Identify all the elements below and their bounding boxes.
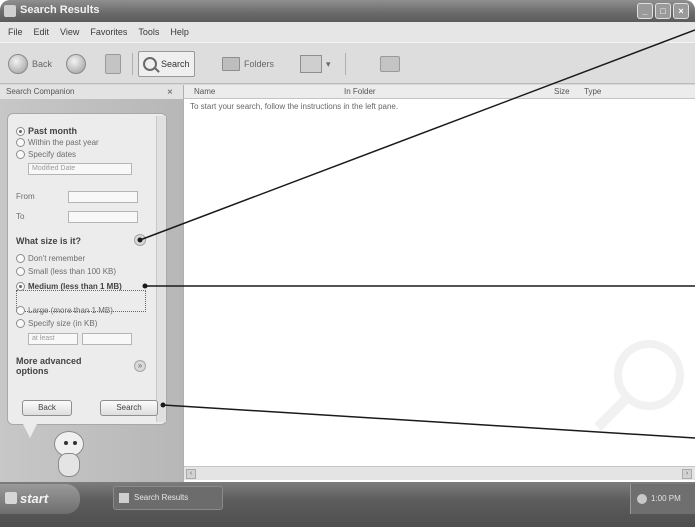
taskbar-item-label: Search Results xyxy=(134,493,189,502)
search-companion-header: Search Companion xyxy=(0,85,183,99)
up-folder-icon xyxy=(105,54,121,74)
minimize-button[interactable]: _ xyxy=(637,3,653,19)
search-window-icon xyxy=(119,493,129,503)
size-option-specify[interactable]: Specify size (in KB) xyxy=(16,319,97,328)
search-dog-character-icon[interactable] xyxy=(48,431,92,481)
maximize-button[interactable]: □ xyxy=(655,3,671,19)
date-option-past-month[interactable]: Past month xyxy=(16,126,77,136)
start-button[interactable]: start xyxy=(0,484,80,514)
search-button[interactable]: Search xyxy=(100,400,158,416)
to-label: To xyxy=(16,212,25,221)
clock: 1:00 PM xyxy=(651,494,681,503)
toolbar-separator xyxy=(345,53,346,75)
system-tray: 1:00 PM xyxy=(630,484,695,514)
title-bar[interactable]: Search Results _ □ × xyxy=(0,0,695,22)
collapse-icon[interactable]: « xyxy=(134,234,146,246)
back-toolbar-button[interactable]: Back xyxy=(8,51,52,77)
dog-eye xyxy=(64,441,68,445)
search-companion-pane: Past month Within the past year Specify … xyxy=(0,99,183,482)
radio-icon[interactable] xyxy=(16,282,25,291)
size-option-dont-remember[interactable]: Don't remember xyxy=(16,254,85,263)
menu-bar: File Edit View Favorites Tools Help xyxy=(0,22,695,42)
menu-tools[interactable]: Tools xyxy=(138,27,159,37)
modified-date-select[interactable]: Modified Date xyxy=(28,163,132,175)
column-name[interactable]: Name xyxy=(194,87,215,96)
search-options-panel: Past month Within the past year Specify … xyxy=(7,113,167,425)
search-watermark-icon xyxy=(614,340,684,410)
back-button[interactable]: Back xyxy=(22,400,72,416)
menu-favorites[interactable]: Favorites xyxy=(90,27,127,37)
expand-icon[interactable]: » xyxy=(134,360,146,372)
search-window-icon xyxy=(4,5,16,17)
horizontal-scrollbar[interactable]: ‹ › xyxy=(184,466,695,480)
folders-toolbar-label: Folders xyxy=(244,59,275,69)
start-label: start xyxy=(20,491,49,506)
radio-icon[interactable] xyxy=(16,267,25,276)
size-qualifier-select[interactable]: at least xyxy=(28,333,78,345)
views-icon xyxy=(300,55,322,73)
search-toolbar-button[interactable]: Search xyxy=(138,51,195,77)
radio-icon[interactable] xyxy=(16,254,25,263)
radio-icon[interactable] xyxy=(16,306,25,315)
menu-view[interactable]: View xyxy=(60,27,79,37)
toolbar: Back Search Folders ▾ xyxy=(0,42,695,84)
chevron-down-icon: ▾ xyxy=(326,58,331,69)
size-option-small[interactable]: Small (less than 100 KB) xyxy=(16,267,116,276)
date-option-specify[interactable]: Specify dates xyxy=(16,150,76,159)
folders-icon xyxy=(222,57,240,71)
results-pane: Name In Folder Size Type To start your s… xyxy=(183,85,695,482)
from-label: From xyxy=(16,192,35,201)
close-button[interactable]: × xyxy=(673,3,689,19)
menu-help[interactable]: Help xyxy=(170,27,189,37)
views-toolbar-button[interactable]: ▾ xyxy=(300,51,331,77)
to-date-field[interactable] xyxy=(68,211,138,223)
size-kb-field[interactable] xyxy=(82,333,132,345)
size-heading: What size is it? xyxy=(16,236,82,246)
back-arrow-icon xyxy=(8,54,28,74)
toolbar-separator xyxy=(132,53,133,75)
menu-file[interactable]: File xyxy=(8,27,23,37)
windows-logo-icon xyxy=(5,492,17,504)
scroll-left-icon[interactable]: ‹ xyxy=(186,469,196,479)
column-type[interactable]: Type xyxy=(584,87,601,96)
radio-icon[interactable] xyxy=(16,319,25,328)
tray-icon[interactable] xyxy=(637,494,647,504)
column-size[interactable]: Size xyxy=(554,87,570,96)
more-advanced-options[interactable]: More advanced options xyxy=(16,356,86,376)
forward-arrow-icon xyxy=(66,54,86,74)
close-icon[interactable]: × xyxy=(167,87,173,98)
radio-icon[interactable] xyxy=(16,126,25,136)
dog-body xyxy=(58,453,80,477)
taskbar: start Search Results 1:00 PM xyxy=(0,482,695,527)
back-toolbar-label: Back xyxy=(32,59,53,69)
menu-edit[interactable]: Edit xyxy=(34,27,50,37)
up-toolbar-button[interactable] xyxy=(105,51,121,77)
date-option-past-year[interactable]: Within the past year xyxy=(16,138,99,147)
search-toolbar-label: Search xyxy=(161,59,190,69)
undo-toolbar-button[interactable] xyxy=(380,51,400,77)
radio-icon[interactable] xyxy=(16,138,25,147)
scroll-right-icon[interactable]: › xyxy=(682,469,692,479)
speech-bubble-tail xyxy=(22,422,38,438)
undo-icon xyxy=(380,56,400,72)
dog-eye xyxy=(73,441,77,445)
taskbar-item-search-results[interactable]: Search Results xyxy=(113,486,223,510)
forward-toolbar-button[interactable] xyxy=(66,51,86,77)
from-date-field[interactable] xyxy=(68,191,138,203)
explorer-window: Search Results _ □ × File Edit View Favo… xyxy=(0,0,695,527)
column-headers: Name In Folder Size Type xyxy=(184,85,695,99)
size-option-medium[interactable]: Medium (less than 1 MB) xyxy=(16,282,140,291)
window-title: Search Results xyxy=(20,4,100,16)
radio-icon[interactable] xyxy=(16,150,25,159)
results-hint: To start your search, follow the instruc… xyxy=(190,102,399,111)
folders-toolbar-button[interactable]: Folders xyxy=(222,51,274,77)
size-option-large[interactable]: Large (more than 1 MB) xyxy=(16,306,113,315)
panel-scrollbar[interactable] xyxy=(156,116,166,422)
column-in-folder[interactable]: In Folder xyxy=(344,87,376,96)
search-icon xyxy=(143,57,157,71)
